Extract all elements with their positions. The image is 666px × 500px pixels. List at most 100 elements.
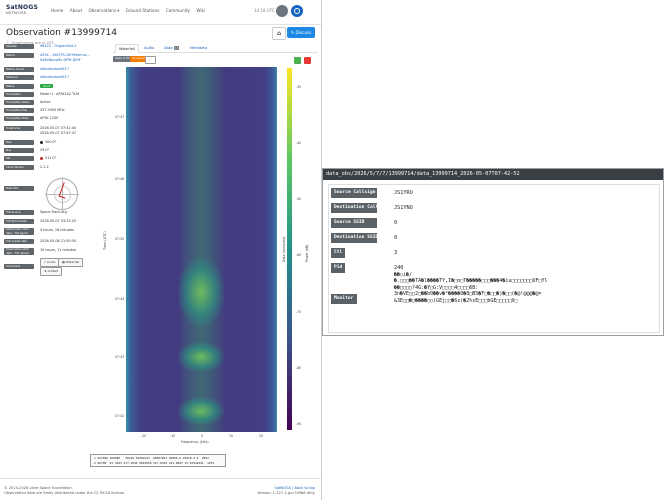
tab-metadata[interactable]: Metadata: [190, 44, 207, 52]
colorbar-label-secondary: Data (analyzed): [282, 236, 286, 262]
tle-upload-label: TLE upload date: [4, 239, 34, 244]
colorbar-tick: -40: [296, 141, 302, 145]
user-menu-icon[interactable]: [291, 5, 303, 17]
colorbar-tick: -60: [296, 253, 302, 257]
theme-toggle-icon[interactable]: [276, 5, 288, 17]
observer-link[interactable]: rekhakumar6417: [40, 75, 69, 79]
set-value: 211.0°: [40, 156, 56, 160]
settings-icon[interactable]: ⋯: [145, 56, 156, 64]
tle-box: 1 66790U 26000E 26126.94382223 .00007851…: [90, 454, 226, 467]
download-waterfall-label: Waterfall: [65, 260, 80, 264]
zoom-reset-icon[interactable]: [304, 57, 311, 64]
station-owner-link[interactable]: rekhakumar6417: [40, 67, 69, 71]
status-badge: Good: [40, 84, 54, 89]
colorbar-tick: -90: [296, 422, 302, 426]
zoom-in-icon[interactable]: [294, 57, 301, 64]
download-waterfall-button[interactable]: ▦ Waterfall: [58, 258, 84, 267]
rise-value: 300.0°: [40, 140, 56, 144]
detail-label: Transmitter: [4, 92, 34, 97]
tle-line-2: 2 66790 97.3493 277.1044 0015656 317.834…: [94, 460, 215, 465]
detail-label: Station: [4, 53, 34, 58]
source-ssid-value: 0: [394, 220, 398, 226]
footer-links: SatNOGS | Back to top: [275, 486, 315, 490]
detail-label: Set: [4, 156, 34, 161]
monitor-output: ��○i�/ �.□□□��TA�l����TY,Ι�□n□T�����□□□�…: [394, 272, 654, 304]
sonogram-button[interactable]: Sonogram: [130, 56, 146, 62]
footer: © 2014-2026 Libre Space Foundation. Obse…: [0, 478, 321, 500]
polar-plot: [45, 177, 79, 211]
x-tick-label: 10: [229, 434, 234, 438]
detail-value: AFSK 1200: [40, 116, 59, 120]
tab-audio[interactable]: Audio: [144, 44, 154, 52]
nav-item-about[interactable]: About: [70, 8, 82, 13]
ctl-value: 3: [394, 250, 398, 256]
x-tick-label: -20: [141, 434, 147, 438]
nav-item-observations[interactable]: Observations: [88, 8, 116, 13]
x-tick-label: 20: [259, 434, 264, 438]
tle-created-label: Observation start date - TLE epoch date: [4, 228, 34, 235]
detail-label: Transmitter Mode: [4, 116, 34, 121]
download-artifact-button[interactable]: ⬇ Artifact: [40, 267, 63, 276]
utc-clock: 14:18 UTC: [254, 8, 275, 13]
discuss-button[interactable]: ✎ Discuss: [287, 27, 315, 38]
colorbar: [287, 68, 292, 430]
brand-logo[interactable]: SatNOGS NETWORK: [6, 4, 42, 20]
detail-value: 437.5050 MHz: [40, 108, 65, 112]
detail-label: Timeframe: [4, 126, 34, 131]
download-audio-button[interactable]: ♪ Audio: [40, 258, 60, 267]
brand-name: SatNOGS: [6, 4, 39, 11]
timeframe-start: 2026-05-07 07:41:44: [40, 126, 77, 130]
detail-label: Satellite: [4, 44, 34, 49]
field-label: Destination SSID: [331, 233, 378, 243]
home-button[interactable]: ⌂: [272, 27, 286, 40]
detail-label: Status: [4, 84, 34, 89]
detail-value: Active: [40, 100, 51, 104]
detail-label: Client Version: [4, 165, 34, 170]
tle-source-label: TLE Source: [4, 210, 34, 215]
source-callsign-value: JS1YRU: [394, 190, 413, 196]
nav-item-ground-stations[interactable]: Ground Stations: [126, 8, 160, 13]
download-artifact-label: Artifact: [47, 269, 59, 273]
nav-item-community[interactable]: Community: [166, 8, 190, 13]
colorbar-tick: -30: [296, 85, 302, 89]
page-title: Observation #13999714: [6, 28, 118, 38]
waterfall-spectrogram: [126, 67, 277, 432]
colorbar-tick: -50: [296, 197, 302, 201]
destination-callsign-value: JS1YNU: [394, 205, 413, 211]
station-link-cont[interactable]: KX6xRpuvMu DPW D/HF: [40, 58, 81, 62]
discuss-label: Discuss: [295, 30, 312, 35]
set-dot-icon: [40, 156, 43, 160]
nav-links: Home About Observations▾ Ground Stations…: [51, 8, 210, 13]
downloads-label: Downloads: [4, 264, 34, 269]
detail-value: Mode U - AFSK1k2 TLM: [40, 92, 80, 96]
open-tif-button[interactable]: Open in TIF: [113, 56, 131, 62]
detail-label: Transmitter status: [4, 100, 34, 105]
detail-label: Transmitter Freq: [4, 108, 34, 113]
colorbar-tick: -80: [296, 366, 302, 370]
client-version: 2.1.2: [40, 165, 49, 169]
field-label: Ctl: [331, 248, 345, 258]
data-count-badge: 13: [173, 46, 180, 50]
tle-epoch-label: TLE Epoch Date: [4, 219, 34, 224]
field-label: Source SSID: [331, 218, 377, 228]
destination-ssid-value: 0: [394, 235, 398, 241]
detail-label: Station Owner: [4, 67, 34, 72]
footer-nav-link[interactable]: SatNOGS | Back to top: [275, 486, 315, 490]
browser-page: SatNOGS NETWORK Home About Observations▾…: [0, 0, 322, 500]
navbar: SatNOGS NETWORK Home About Observations▾…: [0, 0, 321, 25]
field-label: Source Callsign: [331, 188, 377, 198]
footer-version: Version: 1.127-1-gcc7e9b8 dirty: [257, 491, 315, 495]
signal-burst: [178, 397, 224, 425]
nav-item-home[interactable]: Home: [51, 8, 63, 13]
brand-tagline: NETWORK: [6, 11, 27, 15]
rise-dot-icon: [40, 140, 43, 144]
set-azimuth: 211.0°: [45, 156, 57, 160]
tab-data[interactable]: Data 13: [164, 44, 180, 52]
nav-item-wiki[interactable]: Wiki: [196, 8, 205, 13]
timeframe-end: 2026-05-07 07:47:47: [40, 131, 77, 135]
station-link[interactable]: 4294 - 1967FS-1KH9d4mus...: [40, 53, 90, 57]
detail-label: Rise: [4, 140, 34, 145]
tab-waterfall[interactable]: Waterfall: [115, 44, 140, 53]
max-elevation: 29.0°: [40, 148, 50, 152]
satellite-link[interactable]: 98425 - OrigamiSat-2: [40, 44, 77, 48]
